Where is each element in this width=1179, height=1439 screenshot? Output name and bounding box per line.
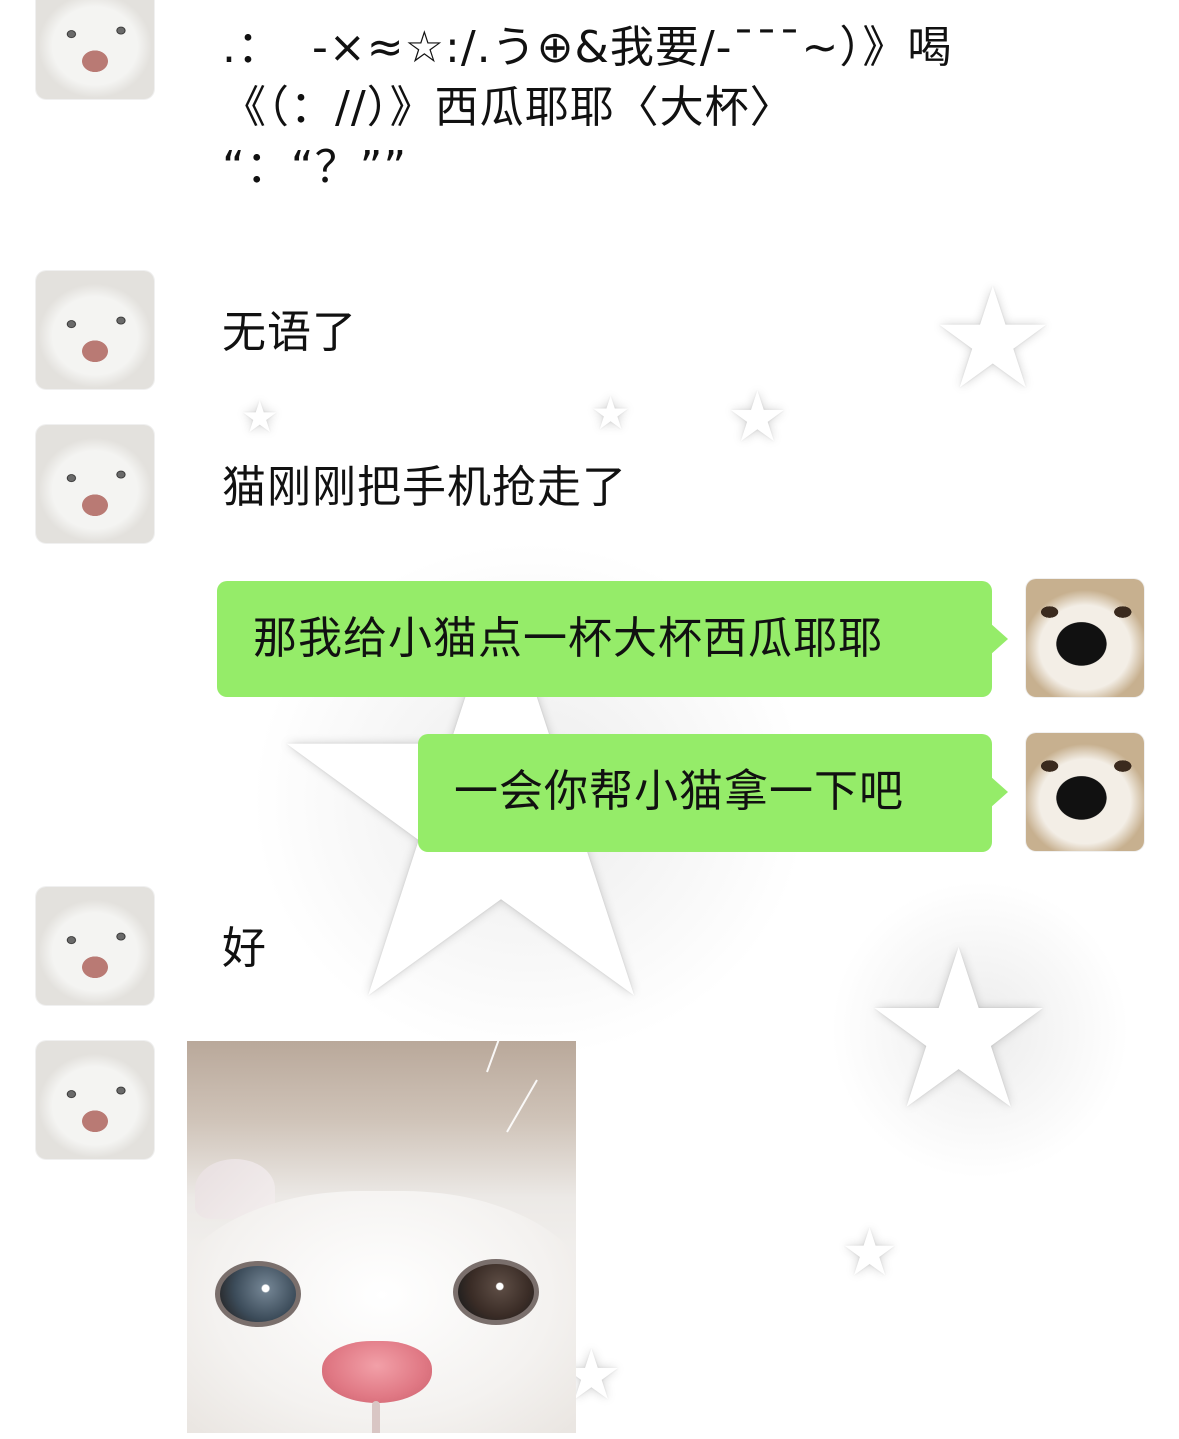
- kitten-mouth: [372, 1401, 380, 1433]
- message-text: 那我给小猫点一杯大杯西瓜耶耶: [253, 613, 883, 664]
- background-star-icon: ★: [930, 258, 1056, 421]
- message-line: “：“？””: [222, 142, 408, 193]
- contact-avatar[interactable]: [36, 887, 154, 1005]
- kitten-eye-left: [215, 1261, 301, 1327]
- background-star-icon: ★: [840, 1214, 900, 1291]
- sent-message-bubble[interactable]: 一会你帮小猫拿一下吧: [418, 734, 1008, 852]
- kitten-photo-message[interactable]: [187, 1041, 576, 1433]
- kitten-nose: [322, 1341, 432, 1403]
- background-star-icon: ★: [590, 386, 632, 440]
- contact-avatar[interactable]: [36, 1041, 154, 1159]
- message-text: 好: [222, 923, 267, 974]
- sent-message-bubble[interactable]: 那我给小猫点一杯大杯西瓜耶耶: [217, 581, 1008, 697]
- chat-window: ★ ★ ★ ★ ★ ★ ★ ★ .： -×≈☆:/.う⊕&我要/-ˉˉˉ~）》喝…: [0, 0, 1179, 1439]
- my-avatar[interactable]: [1026, 579, 1144, 697]
- contact-avatar[interactable]: [36, 0, 154, 99]
- contact-avatar[interactable]: [36, 425, 154, 543]
- message-line: 《（：//）》西瓜耶耶〈大杯〉: [222, 82, 795, 133]
- kitten-whisker: [486, 1041, 512, 1073]
- background-star-glow: [830, 880, 1130, 1180]
- kitten-eye-right: [453, 1259, 539, 1325]
- kitten-whisker: [506, 1079, 538, 1133]
- background-star-icon: ★: [860, 902, 1058, 1158]
- contact-avatar[interactable]: [36, 271, 154, 389]
- message-line: .： -×≈☆:/.う⊕&我要/-ˉˉˉ~）》喝: [222, 22, 953, 73]
- message-text: .： -×≈☆:/.う⊕&我要/-ˉˉˉ~）》喝 《（：//）》西瓜耶耶〈大杯〉 “…: [222, 18, 952, 198]
- background-star-icon: ★: [726, 376, 789, 458]
- message-text: 猫刚刚把手机抢走了: [222, 462, 627, 513]
- message-text: 无语了: [222, 307, 357, 358]
- message-text: 一会你帮小猫拿一下吧: [454, 766, 904, 817]
- background-star-icon: ★: [240, 392, 280, 443]
- my-avatar[interactable]: [1026, 733, 1144, 851]
